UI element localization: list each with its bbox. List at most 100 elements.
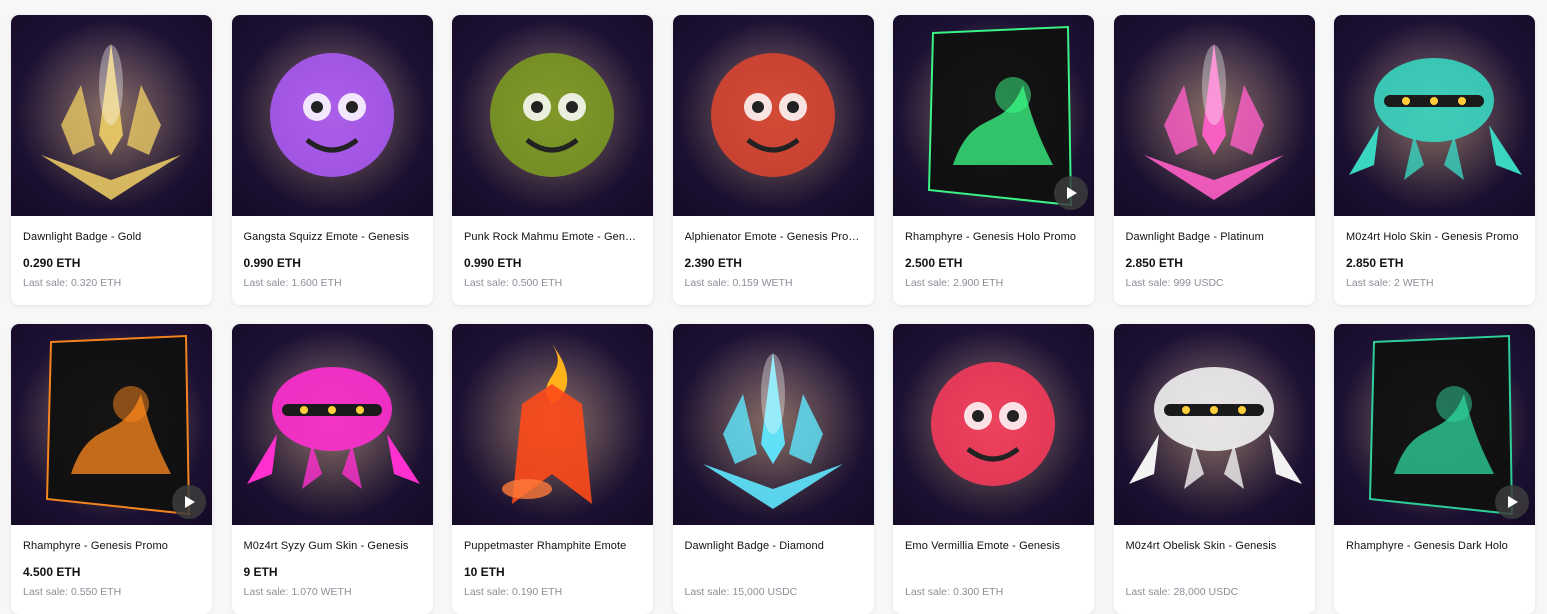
nft-title[interactable]: Alphienator Emote - Genesis Promo — [685, 231, 862, 247]
nft-title[interactable]: Rhamphyre - Genesis Promo — [23, 540, 200, 556]
nft-card-1[interactable]: Dawnlight Badge - Gold 0.290 ETH Last sa… — [11, 15, 212, 305]
diamond-badge-artwork — [677, 329, 868, 519]
nft-info: Alphienator Emote - Genesis Promo 2.390 … — [673, 216, 874, 289]
last-sale-label: Last sale: — [243, 586, 289, 598]
nft-image[interactable] — [11, 324, 212, 525]
last-sale-value: 0.500 ETH — [511, 277, 563, 289]
nft-title[interactable]: M0z4rt Obelisk Skin - Genesis — [1126, 540, 1303, 556]
nft-card-7[interactable]: M0z4rt Holo Skin - Genesis Promo 2.850 E… — [1334, 15, 1535, 305]
play-video-button[interactable] — [1054, 176, 1088, 210]
platinum-badge-artwork — [1118, 20, 1309, 210]
last-sale-value: 2.900 ETH — [952, 277, 1004, 289]
last-sale-label: Last sale: — [1346, 277, 1391, 289]
robot-artwork — [236, 329, 427, 519]
nft-info: Dawnlight Badge - Gold 0.290 ETH Last sa… — [11, 216, 212, 289]
nft-title[interactable]: Rhamphyre - Genesis Dark Holo — [1346, 540, 1523, 556]
last-sale-value: 0.190 ETH — [511, 586, 563, 598]
nft-card-14[interactable]: Rhamphyre - Genesis Dark Holo — [1334, 324, 1535, 614]
robot-artwork — [1118, 329, 1309, 519]
play-video-button[interactable] — [1495, 485, 1529, 519]
last-sale-label: Last sale: — [905, 277, 950, 289]
nft-card-2[interactable]: Gangsta Squizz Emote - Genesis 0.990 ETH… — [231, 15, 433, 305]
play-icon — [185, 496, 195, 508]
nft-info: Rhamphyre - Genesis Promo 4.500 ETH Last… — [11, 525, 212, 598]
last-sale-value: 0.159 WETH — [732, 277, 793, 289]
last-sale-value: 0.320 ETH — [70, 277, 122, 289]
nft-info: Dawnlight Badge - Platinum 2.850 ETH Las… — [1114, 216, 1315, 289]
nft-image[interactable] — [231, 15, 433, 216]
nft-card-4[interactable]: Alphienator Emote - Genesis Promo 2.390 … — [672, 15, 874, 305]
nft-price — [905, 565, 1082, 580]
nft-card-13[interactable]: M0z4rt Obelisk Skin - Genesis Last sale:… — [1113, 324, 1315, 614]
nft-price: 10 ETH — [464, 565, 505, 579]
last-sale-label: Last sale: — [1125, 277, 1171, 289]
nft-price: 2.390 ETH — [684, 256, 742, 270]
last-sale: Last sale: 0.320 ETH — [23, 277, 200, 289]
nft-title[interactable]: Emo Vermillia Emote - Genesis — [905, 540, 1082, 556]
nft-info: Gangsta Squizz Emote - Genesis 0.990 ETH… — [232, 216, 433, 289]
nft-image[interactable] — [1113, 15, 1315, 216]
nft-title[interactable]: Dawnlight Badge - Diamond — [685, 540, 862, 556]
nft-info: Emo Vermillia Emote - Genesis Last sale:… — [893, 525, 1094, 598]
last-sale: Last sale: 0.500 ETH — [464, 277, 641, 289]
last-sale-label: Last sale: — [464, 586, 509, 598]
last-sale: Last sale: 1.600 ETH — [244, 277, 421, 289]
nft-info: M0z4rt Holo Skin - Genesis Promo 2.850 E… — [1334, 216, 1535, 289]
nft-image[interactable] — [231, 324, 433, 525]
nft-image[interactable] — [1113, 324, 1315, 525]
play-icon — [1067, 187, 1077, 199]
nft-card-11[interactable]: Dawnlight Badge - Diamond Last sale: 15,0… — [672, 324, 874, 614]
nft-image[interactable] — [452, 324, 653, 525]
last-sale-label: Last sale: — [684, 586, 730, 598]
last-sale-value: 28,000 USDC — [1173, 586, 1239, 598]
nft-price: 2.850 ETH — [1346, 256, 1404, 270]
nft-card-12[interactable]: Emo Vermillia Emote - Genesis Last sale:… — [893, 324, 1094, 614]
nft-card-9[interactable]: M0z4rt Syzy Gum Skin - Genesis 9 ETH Las… — [231, 324, 433, 614]
last-sale-label: Last sale: — [23, 277, 68, 289]
nft-title[interactable]: Puppetmaster Rhamphite Emote — [464, 540, 641, 556]
last-sale-label: Last sale: — [23, 586, 68, 598]
nft-title[interactable]: Gangsta Squizz Emote - Genesis — [244, 231, 421, 247]
nft-card-5[interactable]: Rhamphyre - Genesis Holo Promo 2.500 ETH… — [893, 15, 1094, 305]
last-sale — [1346, 586, 1523, 598]
nft-info: M0z4rt Syzy Gum Skin - Genesis 9 ETH Las… — [232, 525, 433, 598]
last-sale: Last sale: 28,000 USDC — [1126, 586, 1303, 598]
nft-title[interactable]: M0z4rt Holo Skin - Genesis Promo — [1346, 231, 1523, 247]
nft-info: M0z4rt Obelisk Skin - Genesis Last sale:… — [1114, 525, 1315, 598]
last-sale: Last sale: 15,000 USDC — [685, 586, 862, 598]
nft-price — [685, 565, 862, 580]
play-video-button[interactable] — [172, 485, 206, 519]
nft-card-6[interactable]: Dawnlight Badge - Platinum 2.850 ETH Las… — [1113, 15, 1315, 305]
nft-title[interactable]: Rhamphyre - Genesis Holo Promo — [905, 231, 1082, 247]
nft-title[interactable]: Punk Rock Mahmu Emote - Genesis — [464, 231, 641, 247]
nft-price: 0.990 ETH — [243, 256, 301, 270]
nft-info: Puppetmaster Rhamphite Emote 10 ETH Last… — [452, 525, 653, 598]
nft-card-10[interactable]: Puppetmaster Rhamphite Emote 10 ETH Last… — [452, 324, 653, 614]
nft-image[interactable] — [893, 324, 1094, 525]
nft-image[interactable] — [1334, 15, 1535, 216]
nft-price: 4.500 ETH — [23, 565, 81, 579]
last-sale: Last sale: 2 WETH — [1346, 277, 1523, 289]
last-sale-label: Last sale: — [464, 277, 509, 289]
last-sale-label: Last sale: — [243, 277, 289, 289]
nft-image[interactable] — [11, 15, 212, 216]
nft-image[interactable] — [672, 324, 874, 525]
last-sale-label: Last sale: — [905, 586, 950, 598]
last-sale: Last sale: 2.900 ETH — [905, 277, 1082, 289]
nft-title[interactable]: Dawnlight Badge - Platinum — [1126, 231, 1303, 247]
nft-title[interactable]: Dawnlight Badge - Gold — [23, 231, 200, 247]
last-sale-value: 0.300 ETH — [952, 586, 1004, 598]
nft-image[interactable] — [893, 15, 1094, 216]
last-sale: Last sale: 0.190 ETH — [464, 586, 641, 598]
nft-image[interactable] — [1334, 324, 1535, 525]
nft-price: 9 ETH — [243, 565, 278, 579]
nft-price — [1126, 565, 1303, 580]
nft-title[interactable]: M0z4rt Syzy Gum Skin - Genesis — [244, 540, 421, 556]
nft-image[interactable] — [452, 15, 653, 216]
last-sale: Last sale: 0.550 ETH — [23, 586, 200, 598]
emote-artwork — [677, 20, 868, 210]
nft-price: 0.290 ETH — [23, 256, 81, 270]
nft-card-3[interactable]: Punk Rock Mahmu Emote - Genesis 0.990 ET… — [452, 15, 653, 305]
nft-card-8[interactable]: Rhamphyre - Genesis Promo 4.500 ETH Last… — [11, 324, 212, 614]
nft-image[interactable] — [672, 15, 874, 216]
